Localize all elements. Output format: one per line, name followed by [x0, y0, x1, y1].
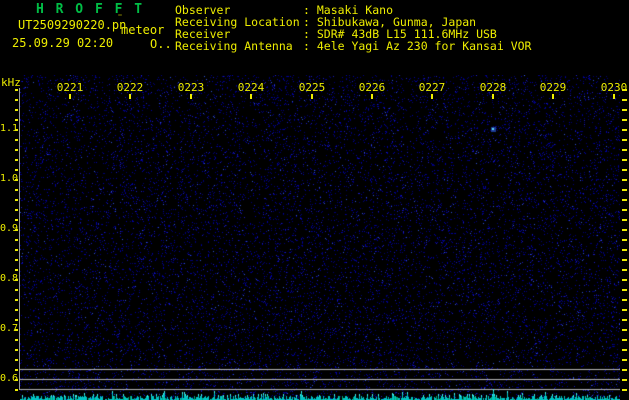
- freq-minor-tick-left: [15, 229, 18, 231]
- freq-minor-tick-right: [622, 219, 627, 221]
- freq-tick-label: 1.1: [0, 123, 19, 134]
- freq-minor-tick-right: [622, 89, 627, 91]
- freq-tick-label: 1.0: [0, 173, 19, 184]
- freq-minor-tick-right: [622, 359, 627, 361]
- freq-minor-tick-left: [15, 329, 18, 331]
- freq-minor-tick-left: [15, 319, 18, 321]
- freq-minor-tick-right: [622, 99, 627, 101]
- freq-minor-tick-right: [622, 159, 627, 161]
- y-axis-line: [19, 88, 20, 390]
- freq-minor-tick-right: [622, 249, 627, 251]
- freq-minor-tick-right: [622, 229, 627, 231]
- freq-minor-tick-left: [15, 289, 18, 291]
- freq-minor-tick-right: [622, 349, 627, 351]
- y-axis-unit-label: kHz: [1, 76, 21, 89]
- freq-minor-tick-right: [622, 309, 627, 311]
- freq-tick-label: 0.9: [0, 223, 19, 234]
- freq-minor-tick-left: [15, 279, 18, 281]
- freq-tick-label: 0.6: [0, 373, 19, 384]
- echo-counter: O..: [150, 37, 172, 51]
- freq-minor-tick-left: [15, 359, 18, 361]
- freq-minor-tick-left: [15, 269, 18, 271]
- freq-minor-tick-left: [15, 89, 18, 91]
- freq-minor-tick-left: [15, 189, 18, 191]
- freq-minor-tick-left: [15, 309, 18, 311]
- freq-minor-tick-left: [15, 249, 18, 251]
- freq-minor-tick-right: [622, 259, 627, 261]
- freq-minor-tick-left: [15, 119, 18, 121]
- spectrogram-canvas: [20, 75, 620, 400]
- freq-minor-tick-right: [622, 169, 627, 171]
- freq-minor-tick-left: [15, 199, 18, 201]
- freq-minor-tick-left: [15, 209, 18, 211]
- freq-minor-tick-right: [622, 179, 627, 181]
- observation-tag: meteor: [121, 23, 165, 37]
- freq-minor-tick-right: [622, 289, 627, 291]
- freq-minor-tick-right: [622, 209, 627, 211]
- freq-minor-tick-right: [622, 369, 627, 371]
- app-title: H R O F F T: [36, 2, 145, 17]
- freq-minor-tick-left: [15, 389, 18, 391]
- freq-minor-tick-right: [622, 119, 627, 121]
- freq-minor-tick-left: [15, 369, 18, 371]
- freq-minor-tick-left: [15, 99, 18, 101]
- observation-datetime: 25.09.29 02:20: [12, 36, 114, 50]
- freq-minor-tick-right: [622, 199, 627, 201]
- freq-tick-label: 0.8: [0, 273, 19, 284]
- field-label-antenna: Receiving Antenna: [175, 39, 293, 53]
- freq-minor-tick-left: [15, 179, 18, 181]
- freq-minor-tick-right: [622, 279, 627, 281]
- freq-minor-tick-left: [15, 259, 18, 261]
- freq-minor-tick-right: [622, 389, 627, 391]
- freq-minor-tick-left: [15, 339, 18, 341]
- freq-minor-tick-left: [15, 169, 18, 171]
- freq-minor-tick-left: [15, 239, 18, 241]
- freq-minor-tick-right: [622, 239, 627, 241]
- freq-minor-tick-right: [622, 329, 627, 331]
- freq-minor-tick-right: [622, 299, 627, 301]
- freq-minor-tick-right: [622, 149, 627, 151]
- freq-minor-tick-right: [622, 189, 627, 191]
- hrofft-window: H R O F F T UT2509290220.pn ¨ meteor 25.…: [0, 0, 629, 400]
- freq-minor-tick-right: [622, 319, 627, 321]
- freq-minor-tick-left: [15, 129, 18, 131]
- freq-minor-tick-right: [622, 139, 627, 141]
- freq-minor-tick-right: [622, 379, 627, 381]
- freq-minor-tick-left: [15, 109, 18, 111]
- freq-minor-tick-left: [15, 159, 18, 161]
- output-filename: UT2509290220.pn: [18, 18, 127, 32]
- freq-minor-tick-right: [622, 339, 627, 341]
- freq-minor-tick-left: [15, 349, 18, 351]
- field-value-antenna: : 4ele Yagi Az 230 for Kansai VOR: [303, 39, 532, 53]
- freq-minor-tick-left: [15, 219, 18, 221]
- freq-minor-tick-left: [15, 149, 18, 151]
- freq-minor-tick-right: [622, 269, 627, 271]
- freq-minor-tick-right: [622, 129, 627, 131]
- freq-minor-tick-left: [15, 379, 18, 381]
- freq-minor-tick-left: [15, 139, 18, 141]
- freq-minor-tick-left: [15, 299, 18, 301]
- freq-tick-label: 0.7: [0, 323, 19, 334]
- freq-minor-tick-right: [622, 109, 627, 111]
